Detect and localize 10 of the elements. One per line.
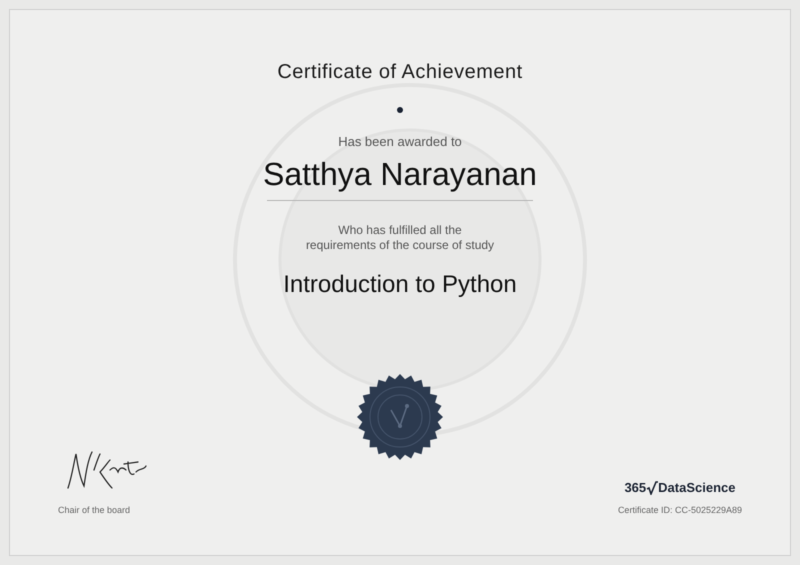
- certificate-id: Certificate ID: CC-5025229A89: [618, 504, 742, 516]
- square-root-icon: [646, 480, 658, 495]
- company-logo: 365 DataScience: [624, 479, 736, 497]
- seal-icon: [357, 374, 443, 460]
- course-title: Introduction to Python: [283, 270, 517, 300]
- requirement-text: Who has fulfilled all the requirements of the course of study: [306, 222, 494, 252]
- signature-role: Chair of the board: [58, 504, 130, 516]
- recipient-name: Satthya Narayanan: [263, 154, 537, 194]
- certificate-title: Certificate of Achievement: [277, 60, 523, 85]
- awarded-label: Has been awarded to: [338, 133, 462, 151]
